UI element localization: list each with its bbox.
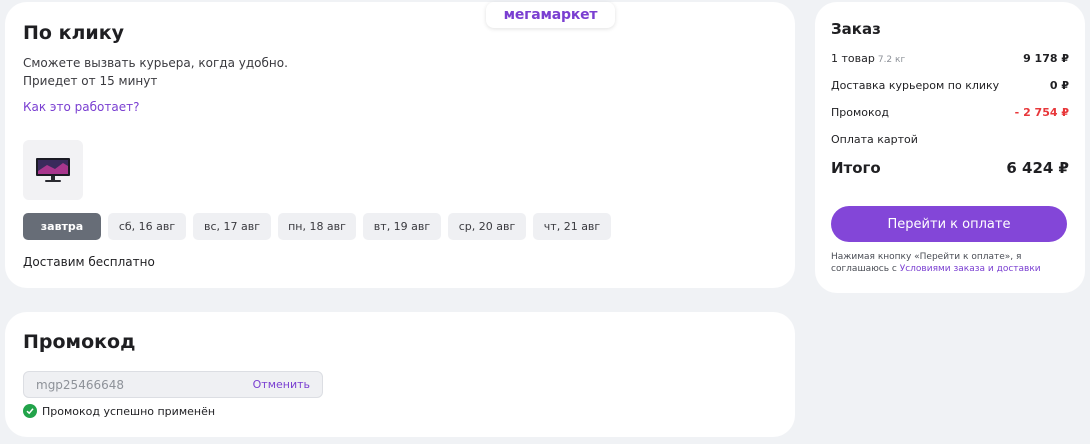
- items-value: 9 178 ₽: [1023, 52, 1069, 65]
- promo-row: Промокод - 2 754 ₽: [831, 106, 1069, 119]
- free-delivery-text: Доставим бесплатно: [23, 255, 155, 269]
- go-to-payment-button[interactable]: Перейти к оплате: [831, 206, 1067, 242]
- promo-status-text: Промокод успешно применён: [42, 404, 216, 418]
- promo-title: Промокод: [23, 331, 136, 353]
- promo-status: Промокод успешно применён: [23, 404, 215, 418]
- date-chip[interactable]: сб, 16 авг: [108, 213, 186, 240]
- promo-value: - 2 754 ₽: [1014, 106, 1069, 119]
- date-chip[interactable]: вс, 17 авг: [193, 213, 271, 240]
- cancel-promo-button[interactable]: Отменить: [253, 378, 310, 391]
- date-chip[interactable]: завтра: [23, 213, 101, 240]
- payment-label: Оплата картой: [831, 133, 918, 146]
- date-chip[interactable]: пн, 18 авг: [278, 213, 356, 240]
- date-chip[interactable]: чт, 21 авг: [533, 213, 611, 240]
- payment-row: Оплата картой: [831, 133, 1069, 146]
- delivery-title: По клику: [23, 22, 124, 44]
- brand-logo[interactable]: мегамаркет: [486, 2, 615, 28]
- delivery-value: 0 ₽: [1049, 79, 1069, 92]
- terms-link[interactable]: Условиями заказа и доставки: [900, 264, 1041, 274]
- promo-label: Промокод: [831, 106, 889, 119]
- total-label: Итого: [831, 159, 881, 177]
- total-value: 6 424 ₽: [1006, 159, 1069, 177]
- product-thumbnail[interactable]: [23, 140, 83, 200]
- check-circle-icon: [23, 404, 37, 418]
- monitor-image: [36, 158, 70, 182]
- order-summary-card: Заказ 1 товар 7.2 кг 9 178 ₽ Доставка кур…: [815, 2, 1085, 293]
- order-title: Заказ: [831, 20, 881, 38]
- items-weight: 7.2 кг: [877, 55, 906, 65]
- date-chip[interactable]: ср, 20 авг: [448, 213, 526, 240]
- delivery-eta: Приедет от 15 минут: [23, 74, 158, 88]
- promo-card: Промокод Отменить Промокод успешно приме…: [5, 312, 795, 437]
- delivery-label: Доставка курьером по клику: [831, 79, 1000, 92]
- delivery-card: По клику Сможете вызвать курьера, когда …: [5, 2, 795, 288]
- date-selector: завтра сб, 16 авг вс, 17 авг пн, 18 авг …: [23, 213, 611, 240]
- items-label: 1 товар: [831, 52, 875, 65]
- total-row: Итого 6 424 ₽: [831, 159, 1069, 177]
- delivery-row: Доставка курьером по клику 0 ₽: [831, 79, 1069, 92]
- delivery-description: Сможете вызвать курьера, когда удобно.: [23, 56, 288, 70]
- promo-input[interactable]: [36, 377, 216, 392]
- promo-field: Отменить: [23, 371, 323, 398]
- how-it-works-link[interactable]: Как это работает?: [23, 100, 139, 114]
- date-chip[interactable]: вт, 19 авг: [363, 213, 441, 240]
- agreement-note: Нажимая кнопку «Перейти к оплате», я сог…: [831, 251, 1076, 275]
- items-row: 1 товар 7.2 кг 9 178 ₽: [831, 52, 1069, 65]
